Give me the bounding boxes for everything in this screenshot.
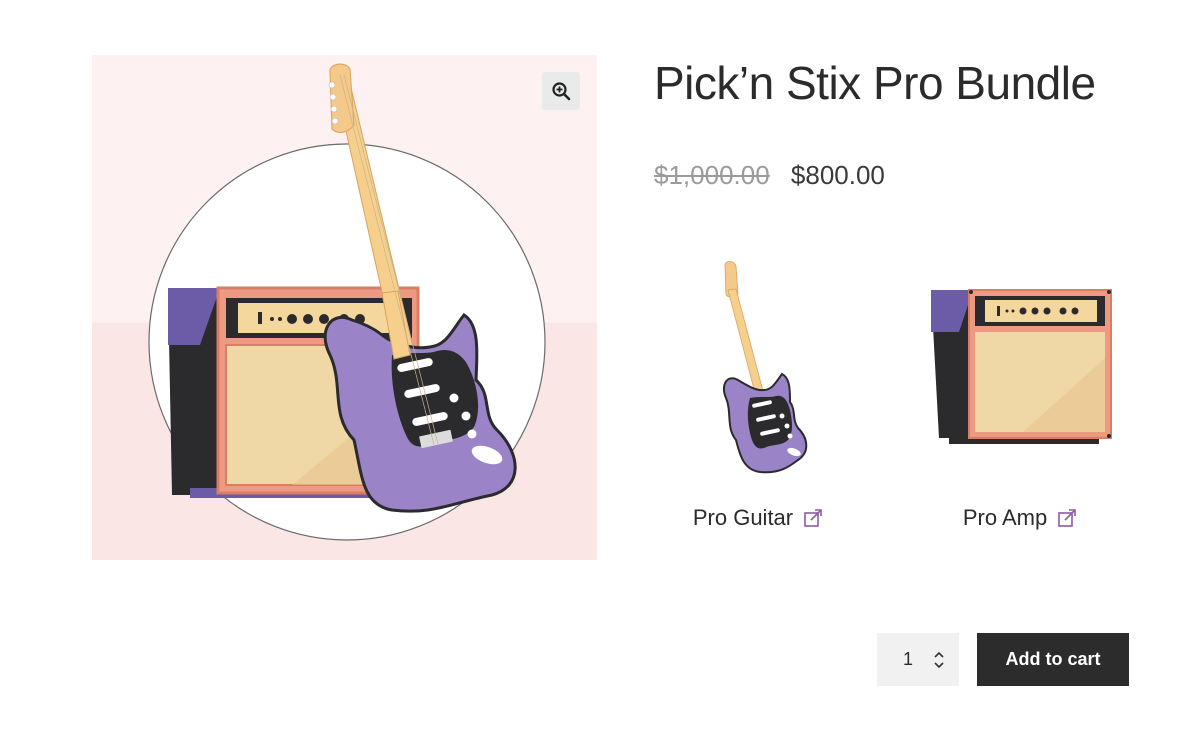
product-main-image[interactable] [92, 55, 597, 560]
external-link-icon [1058, 509, 1076, 527]
price: $1,000.00 $800.00 [654, 160, 885, 191]
quantity-value[interactable]: 1 [877, 649, 939, 670]
bundled-item-guitar: Pro Guitar [653, 255, 863, 531]
zoom-button[interactable] [542, 72, 580, 110]
bundled-item-label: Pro Amp [962, 505, 1048, 530]
add-to-cart-button[interactable]: Add to cart [977, 633, 1129, 686]
guitar-thumbnail-image [722, 261, 808, 474]
guitar-and-amp-illustration [148, 63, 546, 541]
bundled-item-amp: Pro Amp [915, 255, 1125, 531]
zoom-in-icon [552, 82, 571, 101]
regular-price: $1,000.00 [654, 160, 770, 190]
product-page: Pick’n Stix Pro Bundle $1,000.00 $800.00 [0, 0, 1200, 750]
sale-price: $800.00 [790, 160, 885, 190]
bundled-item-link-amp[interactable]: Pro Amp [963, 505, 1077, 531]
external-link-icon [804, 509, 822, 527]
bundled-item-thumbnail[interactable] [915, 255, 1125, 480]
bundled-item-link-guitar[interactable]: Pro Guitar [693, 505, 823, 531]
bundled-item-thumbnail[interactable] [653, 255, 863, 480]
amp-thumbnail-image [930, 288, 1112, 444]
bundled-item-label: Pro Guitar [692, 505, 794, 530]
product-title: Pick’n Stix Pro Bundle [654, 57, 1096, 109]
quantity-stepper[interactable]: 1 [877, 633, 959, 686]
stepper-arrows-icon[interactable] [933, 650, 945, 670]
